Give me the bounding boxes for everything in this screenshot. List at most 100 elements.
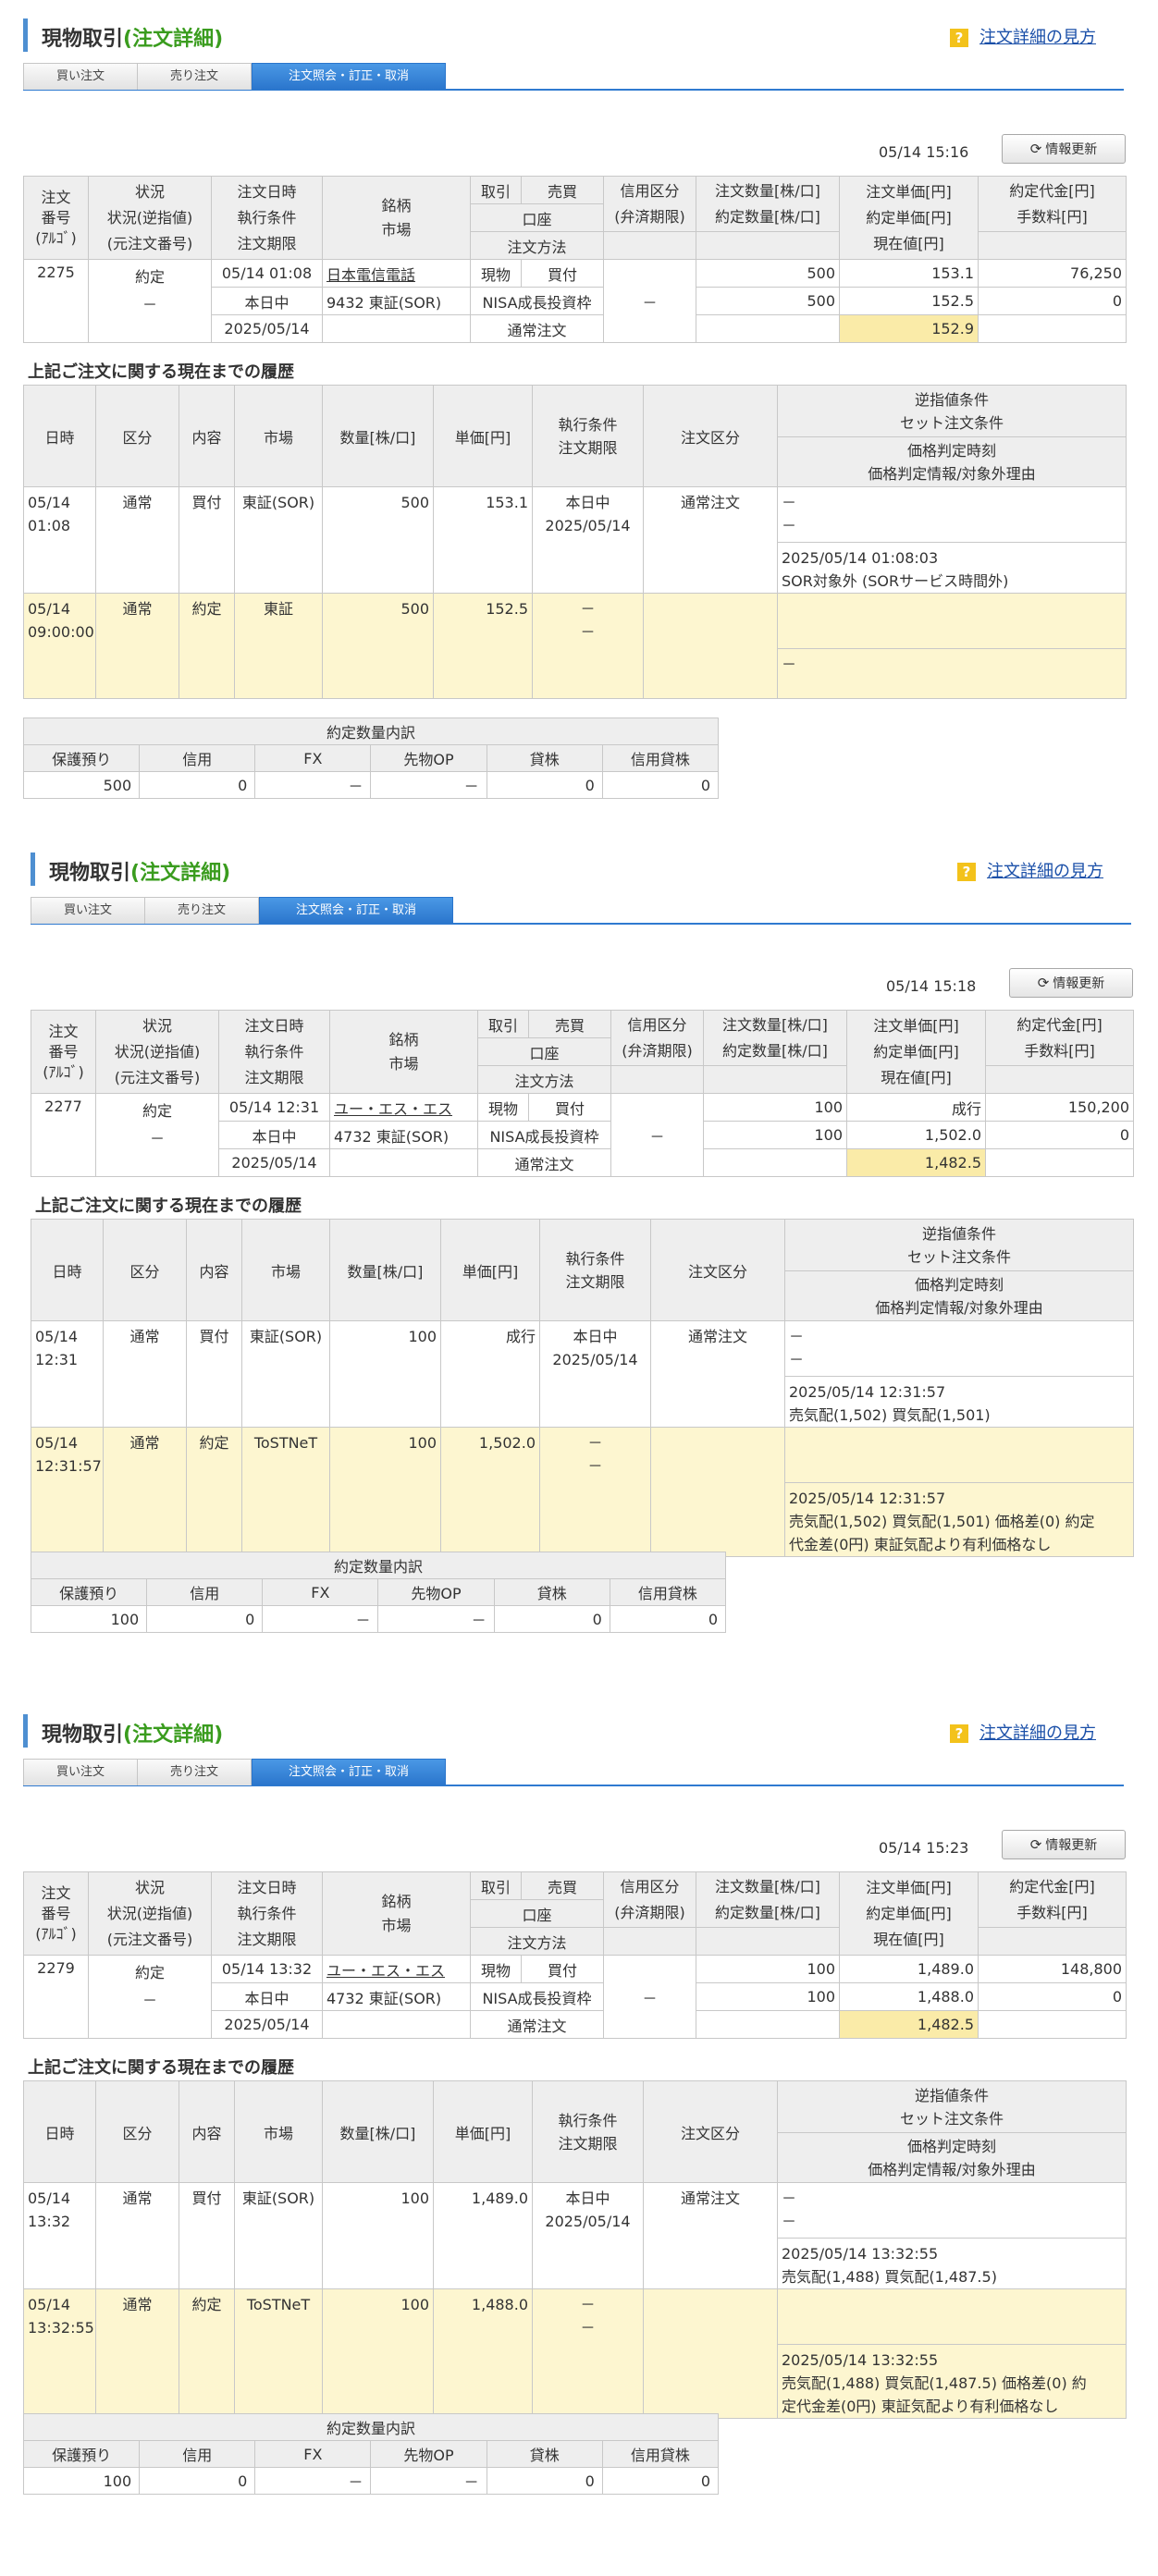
hist-col-time: 日時 (31, 1219, 104, 1321)
breakdown-col: FX (254, 2440, 372, 2468)
tab-order-inquiry[interactable]: 注文照会・訂正・取消 (252, 63, 446, 90)
history-order-type: 通常注文 (643, 486, 778, 594)
exec-qty: 500 (696, 287, 840, 315)
tab-sell-order[interactable]: 売り注文 (137, 1759, 252, 1785)
breakdown-value: － (262, 1605, 379, 1633)
history-kubun: 通常 (103, 1320, 187, 1428)
exec-condition: 本日中 (211, 1982, 323, 2011)
hist-col-market: 市場 (234, 385, 323, 487)
tab-sell-order[interactable]: 売り注文 (144, 897, 259, 924)
history-condition: －－ (539, 1427, 651, 1557)
history-kubun: 通常 (95, 2182, 179, 2289)
history-price: 成行 (440, 1320, 540, 1428)
col-account: 口座 (477, 1037, 611, 1066)
history-title: 上記ご注文に関する現在までの履歴 (28, 362, 294, 382)
order-detail-table: 注文 番号 (ｱﾙｺﾞ) 状況 状況(逆指値) (元注文番号) 注文日時 執行条件 注文期限… (23, 1871, 1127, 2039)
timestamp: 05/14 15:18 (886, 977, 977, 995)
history-kubun: 通常 (103, 1427, 187, 1557)
history-datetime: 05/14 13:32:55 (23, 2288, 96, 2419)
tab-sell-order[interactable]: 売り注文 (137, 63, 252, 90)
page-header: 現物取引(注文詳細) ? 注文詳細の見方 (23, 17, 1133, 54)
history-datetime: 05/14 13:32 (23, 2182, 96, 2289)
breakdown-title: 約定数量内訳 (23, 718, 719, 745)
history-order-type: 通常注文 (643, 2182, 778, 2289)
history-qty: 500 (322, 593, 434, 699)
history-row: 05/14 13:32:55 通常 約定 ToSTNeT 100 1,488.0 … (23, 2288, 1127, 2419)
history-judge-info: 2025/05/14 01:08:03 SOR対象外 (SORサービス時間外) (777, 542, 1127, 594)
history-content: 約定 (179, 2288, 235, 2419)
hist-col-condition: 執行条件 注文期限 (539, 1219, 651, 1321)
stock-name-link[interactable]: ユー・エス・エス (329, 1093, 478, 1122)
history-content: 買付 (179, 486, 235, 594)
history-table: 日時 区分 内容 市場 数量[株/口] 単価[円] 執行条件 注文期限 注文区分 … (23, 2080, 1127, 2419)
help-link[interactable]: ? 注文詳細の見方 (950, 1720, 1096, 1744)
stock-code-market: 4732 東証(SOR) (329, 1121, 478, 1149)
trade-type: 現物 (470, 1955, 522, 1983)
refresh-button[interactable]: ⟳ 情報更新 (1002, 134, 1126, 164)
history-judge-info: 2025/05/14 13:32:55 売気配(1,488) 買気配(1,487.… (777, 2344, 1127, 2419)
history-order-type: 通常注文 (650, 1320, 785, 1428)
tab-buy-order[interactable]: 買い注文 (23, 63, 138, 90)
page-header: 現物取引(注文詳細) ? 注文詳細の見方 (31, 851, 1140, 888)
breakdown-col: 先物OP (370, 2440, 487, 2468)
order-tabs: 買い注文 売り注文 注文照会・訂正・取消 (23, 1757, 1124, 1786)
question-icon: ? (950, 29, 968, 47)
col-side: 売買 (521, 1871, 604, 1900)
refresh-icon: ⟳ (1029, 141, 1042, 157)
history-condition: 本日中 2025/05/14 (539, 1320, 651, 1428)
order-status: 約定－ (88, 1955, 212, 2039)
breakdown-value: 0 (609, 1605, 727, 1633)
refresh-icon: ⟳ (1029, 1836, 1042, 1853)
breakdown-value: 0 (601, 771, 720, 799)
history-condition: －－ (532, 593, 644, 699)
col-side: 売買 (521, 176, 604, 204)
breakdown-col: 信用貸株 (601, 2440, 720, 2468)
order-method: 通常注文 (470, 314, 604, 343)
tab-buy-order[interactable]: 買い注文 (23, 1759, 138, 1785)
help-link[interactable]: ? 注文詳細の見方 (950, 24, 1096, 48)
breakdown-value: 0 (493, 1605, 610, 1633)
stock-name-link[interactable]: 日本電信電話 (322, 259, 471, 288)
col-amount: 約定代金[円] 手数料[円] (978, 176, 1127, 232)
help-link[interactable]: ? 注文詳細の見方 (957, 858, 1103, 882)
breakdown-col: 貸株 (486, 744, 603, 772)
hist-col-market: 市場 (241, 1219, 330, 1321)
breakdown-value: 0 (486, 771, 603, 799)
col-price: 注文単価[円] 約定単価[円] 現在値[円] (839, 176, 979, 260)
breakdown-col: 貸株 (486, 2440, 603, 2468)
exec-amount: 150,200 (985, 1093, 1134, 1122)
order-number: 2279 (23, 1955, 89, 2039)
hist-col-stop: 逆指値条件 セット注文条件 (777, 2080, 1127, 2133)
history-kubun: 通常 (95, 2288, 179, 2419)
order-expiry: 2025/05/14 (211, 314, 323, 343)
refresh-button[interactable]: ⟳ 情報更新 (1009, 968, 1133, 998)
tab-order-inquiry[interactable]: 注文照会・訂正・取消 (252, 1759, 446, 1785)
order-expiry: 2025/05/14 (218, 1148, 330, 1177)
col-account: 口座 (470, 1899, 604, 1928)
order-method: 通常注文 (470, 2010, 604, 2039)
col-credit: 信用区分 (弁済期限) (603, 176, 696, 232)
col-method: 注文方法 (470, 1927, 604, 1956)
stock-name-link[interactable]: ユー・エス・エス (322, 1955, 471, 1983)
breakdown-value: 0 (486, 2467, 603, 2495)
col-credit: 信用区分 (弁済期限) (610, 1010, 704, 1066)
page-header: 現物取引(注文詳細) ? 注文詳細の見方 (23, 1712, 1133, 1749)
history-row: 05/14 01:08 通常 買付 東証(SOR) 500 153.1 本日中 20… (23, 486, 1127, 594)
history-kubun: 通常 (95, 593, 179, 699)
tab-buy-order[interactable]: 買い注文 (31, 897, 145, 924)
tab-order-inquiry[interactable]: 注文照会・訂正・取消 (259, 897, 453, 924)
question-icon: ? (957, 863, 976, 881)
refresh-button[interactable]: ⟳ 情報更新 (1002, 1830, 1126, 1859)
breakdown-value: 0 (601, 2467, 720, 2495)
exec-qty: 100 (696, 1982, 840, 2011)
exec-price: 1,488.0 (839, 1982, 979, 2011)
history-row: 05/14 12:31:57 通常 約定 ToSTNeT 100 1,502.0 … (31, 1427, 1134, 1557)
history-market: 東証 (234, 593, 323, 699)
col-order-no: 注文 番号 (ｱﾙｺﾞ) (23, 176, 89, 260)
timestamp: 05/14 15:23 (879, 1839, 969, 1857)
breakdown-table: 約定数量内訳 保護預り 信用 FX 先物OP 貸株 信用貸株 500 0 －－ 0 0 (22, 718, 720, 799)
order-expiry: 2025/05/14 (211, 2010, 323, 2039)
history-stop-condition (784, 1427, 1134, 1483)
order-qty: 100 (696, 1955, 840, 1983)
history-row: 05/14 13:32 通常 買付 東証(SOR) 100 1,489.0 本日中… (23, 2182, 1127, 2289)
